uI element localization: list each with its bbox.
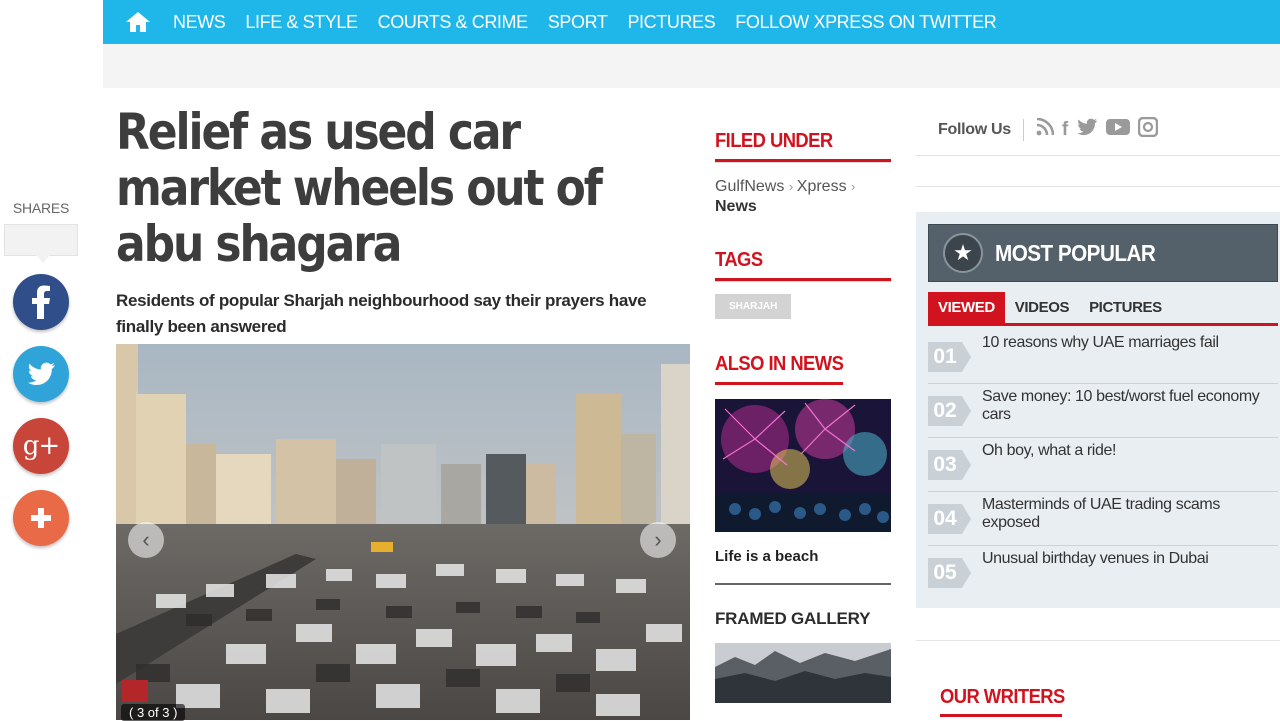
snow-trees-image [715, 643, 891, 703]
our-writers-title: OUR WRITERS [940, 686, 1065, 708]
most-popular-list: 01 10 reasons why UAE marriages fail 02 … [928, 330, 1278, 600]
list-item[interactable]: 02 Save money: 10 best/worst fuel econom… [928, 384, 1278, 438]
also-in-news-image[interactable] [715, 399, 891, 532]
article-subhead: Residents of popular Sharjah neighbourho… [116, 291, 647, 336]
fireworks-image [715, 399, 891, 532]
parking-lot-image [116, 344, 690, 720]
filed-under-title: FILED UNDER [715, 130, 833, 152]
more-share-button[interactable] [13, 490, 69, 546]
also-in-news-caption[interactable]: Life is a beach [715, 548, 891, 565]
facebook-icon[interactable]: f [1062, 119, 1068, 141]
nav-sport[interactable]: SPORT [548, 12, 608, 33]
section-rule [715, 159, 891, 163]
filed-under-section: FILED UNDER GulfNews › Xpress › News [715, 130, 891, 217]
shares-label: SHARES [12, 200, 70, 216]
facebook-share-button[interactable] [13, 274, 69, 330]
google-plus-icon: g+ [22, 431, 60, 461]
list-item-title[interactable]: Masterminds of UAE trading scams exposed [982, 496, 1272, 532]
list-item-title[interactable]: Oh boy, what a ride! [982, 442, 1272, 460]
google-plus-share-button[interactable]: g+ [13, 418, 69, 474]
gallery-prev-button[interactable]: ‹ [128, 522, 164, 558]
rank-number: 01 [928, 342, 971, 372]
section-rule [940, 714, 1062, 717]
breadcrumb-news[interactable]: News [715, 198, 757, 215]
share-count-box [4, 224, 78, 263]
divider [916, 186, 1280, 187]
tags-title: TAGS [715, 249, 763, 271]
youtube-icon[interactable] [1106, 118, 1131, 142]
chevron-left-icon: ‹ [142, 527, 150, 552]
breadcrumb: GulfNews › Xpress › News [715, 177, 891, 217]
plus-icon [31, 508, 51, 528]
list-item[interactable]: 03 Oh boy, what a ride! [928, 438, 1278, 492]
article-photo[interactable] [116, 344, 690, 720]
twitter-icon [27, 362, 55, 385]
chevron-right-icon: › [654, 527, 662, 552]
breadcrumb-separator: › [851, 179, 856, 194]
twitter-icon[interactable] [1076, 118, 1098, 142]
instagram-icon[interactable] [1137, 116, 1159, 143]
list-item[interactable]: 05 Unusual birthday venues in Dubai [928, 546, 1278, 600]
breadcrumb-separator: › [788, 179, 797, 194]
also-in-news-title: ALSO IN NEWS [715, 353, 844, 375]
rss-icon[interactable] [1036, 117, 1055, 142]
nav-courts-crime[interactable]: COURTS & CRIME [378, 12, 528, 33]
list-item[interactable]: 04 Masterminds of UAE trading scams expo… [928, 492, 1278, 546]
gallery-next-button[interactable]: › [640, 522, 676, 558]
share-panel: SHARES g+ [0, 200, 82, 546]
list-item-title[interactable]: Unusual birthday venues in Dubai [982, 550, 1272, 568]
most-popular-title: MOST POPULAR [995, 239, 1156, 266]
nav-follow-twitter[interactable]: FOLLOW XPRESS ON TWITTER [735, 12, 997, 33]
rank-number: 03 [928, 450, 971, 480]
nav-news[interactable]: NEWS [173, 12, 226, 33]
divider [916, 640, 1280, 641]
also-in-news-section: ALSO IN NEWS Life is a beach [715, 353, 891, 585]
sub-bar [103, 44, 1280, 88]
breadcrumb-gulfnews[interactable]: GulfNews [715, 178, 784, 195]
breadcrumb-xpress[interactable]: Xpress [797, 178, 847, 195]
divider [1022, 118, 1024, 141]
rank-number: 02 [928, 396, 971, 426]
rank-number: 05 [928, 558, 971, 588]
list-item[interactable]: 01 10 reasons why UAE marriages fail [928, 330, 1278, 384]
tab-pictures[interactable]: PICTURES [1079, 292, 1172, 323]
follow-us-label: Follow Us [938, 120, 1011, 138]
framed-gallery-title: FRAMED GALLERY [715, 609, 871, 628]
tag-sharjah[interactable]: SHARJAH [715, 294, 792, 319]
gallery-counter: ( 3 of 3 ) [121, 704, 186, 721]
home-icon[interactable] [115, 0, 161, 44]
tab-viewed[interactable]: VIEWED [928, 292, 1005, 323]
facebook-icon [32, 285, 50, 319]
star-icon: ★ [943, 233, 983, 273]
section-rule [715, 382, 843, 385]
most-popular-header: ★ MOST POPULAR [928, 224, 1278, 282]
meta-column: FILED UNDER GulfNews › Xpress › News TAG… [715, 130, 891, 703]
divider [715, 583, 891, 585]
most-popular-tabs: VIEWED VIDEOS PICTURES [928, 292, 1278, 326]
tags-section: TAGS SHARJAH [715, 249, 891, 319]
follow-us-bar: Follow Us f [916, 104, 1280, 156]
article-headline: Relief as used car market wheels out of … [116, 103, 603, 273]
framed-gallery-image[interactable] [715, 643, 891, 703]
section-rule [715, 278, 891, 282]
top-navigation: NEWS LIFE & STYLE COURTS & CRIME SPORT P… [103, 0, 1280, 44]
framed-gallery-section: FRAMED GALLERY [715, 609, 891, 703]
twitter-share-button[interactable] [13, 346, 69, 402]
list-item-title[interactable]: 10 reasons why UAE marriages fail [982, 334, 1272, 352]
list-item-title[interactable]: Save money: 10 best/worst fuel economy c… [982, 388, 1272, 424]
tab-videos[interactable]: VIDEOS [1005, 292, 1079, 323]
nav-life-style[interactable]: LIFE & STYLE [245, 12, 358, 33]
rank-number: 04 [928, 504, 971, 534]
article-header: Relief as used car market wheels out of … [116, 103, 690, 336]
nav-pictures[interactable]: PICTURES [627, 12, 715, 33]
